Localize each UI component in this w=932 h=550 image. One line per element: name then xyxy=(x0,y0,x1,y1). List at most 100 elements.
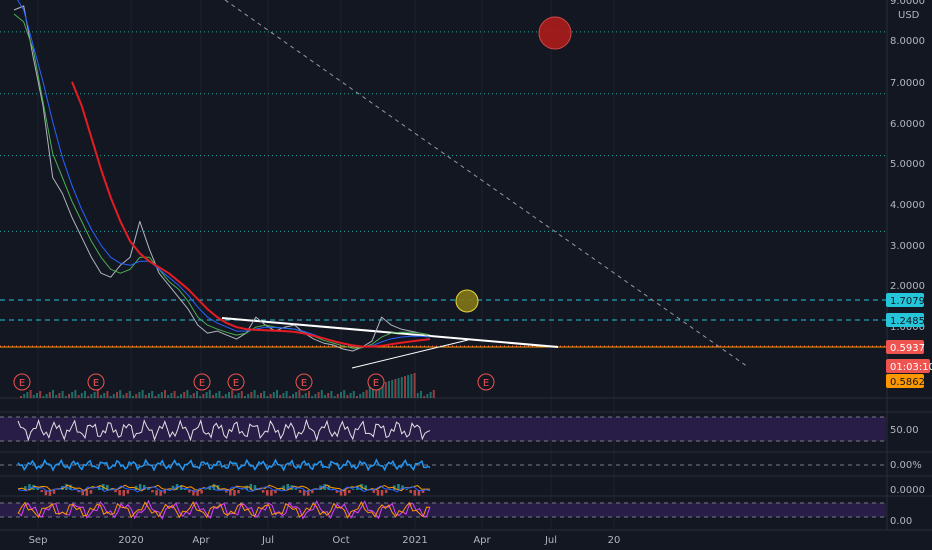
volume-bar xyxy=(119,390,122,398)
volume-bar xyxy=(288,396,291,398)
macd-histogram-bar xyxy=(233,490,236,496)
price-tag-label: 0.5937 xyxy=(890,343,925,354)
volume-bar xyxy=(164,390,166,398)
earnings-marker[interactable]: E xyxy=(87,373,105,391)
volume-bar xyxy=(132,396,134,398)
volume-bar xyxy=(327,393,330,398)
macd-histogram-bar xyxy=(298,490,302,493)
earnings-marker[interactable]: E xyxy=(227,373,245,391)
time-tick-label: Sep xyxy=(29,535,48,546)
indicator-axis-label: 0.0000 xyxy=(890,485,925,496)
volume-bar xyxy=(58,393,61,398)
volume-bar xyxy=(109,396,112,398)
volume-bar xyxy=(208,390,211,398)
macd-histogram-bar xyxy=(294,488,298,490)
volume-bar xyxy=(103,393,106,398)
macd-histogram-bar xyxy=(266,490,269,496)
volume-bar xyxy=(356,396,358,398)
volume-bar xyxy=(343,390,346,398)
earnings-marker[interactable]: E xyxy=(367,373,385,391)
volume-bar xyxy=(173,391,176,398)
price-tag: 0.5862 xyxy=(886,374,925,388)
price-tag-label: 01:03:10 xyxy=(890,362,932,373)
volume-bar xyxy=(215,393,218,398)
macd-histogram-bar xyxy=(405,488,408,490)
volume-bar xyxy=(138,392,141,398)
earnings-marker-label: E xyxy=(199,378,205,389)
volume-bar xyxy=(368,387,371,398)
macd-histogram-bar xyxy=(114,490,117,493)
volume-bar xyxy=(71,392,74,398)
volume-bar xyxy=(298,390,301,398)
volume-bar xyxy=(205,392,208,398)
price-tick-label: 7.0000 xyxy=(890,78,925,89)
volume-bar xyxy=(224,394,227,398)
volume-bar xyxy=(349,393,352,398)
volume-bar xyxy=(410,374,413,398)
volume-bar xyxy=(167,395,170,398)
volume-bar xyxy=(192,393,195,398)
volume-bar xyxy=(93,392,96,398)
macd-histogram-bar xyxy=(118,490,121,496)
volume-bar xyxy=(391,380,394,398)
price-tick-label: 6.0000 xyxy=(890,119,925,130)
earnings-marker-label: E xyxy=(301,378,307,389)
volume-bar xyxy=(320,390,323,398)
chart-root[interactable]: E E E E E E E 9.0000 8.0000 7.0000 6.0000 5.0000 4.… xyxy=(0,0,932,550)
earnings-marker-label: E xyxy=(93,378,99,389)
volume-bar xyxy=(346,395,349,398)
volume-bar xyxy=(317,392,320,398)
volume-bar xyxy=(218,391,221,398)
volume-bar xyxy=(397,378,400,398)
volume-bar xyxy=(26,392,29,398)
volume-bar xyxy=(228,392,230,398)
volume-bar xyxy=(407,375,410,398)
earnings-marker[interactable]: E xyxy=(295,373,313,391)
earnings-marker-label: E xyxy=(373,378,379,389)
volume-bar xyxy=(135,394,138,398)
volume-bar xyxy=(186,390,189,398)
macd-histogram-bar xyxy=(89,490,93,494)
volume-bar xyxy=(394,379,397,398)
volume-bar xyxy=(292,394,294,398)
volume-bar xyxy=(388,381,390,398)
volume-bar xyxy=(80,393,83,398)
volume-bar xyxy=(36,393,38,398)
price-chart[interactable]: E E E E E E E 9.0000 8.0000 7.0000 6.0000 5.0000 4.… xyxy=(0,0,932,550)
price-tick-label: 2.0000 xyxy=(890,281,925,292)
volume-bar xyxy=(244,396,246,398)
time-tick-label: 2021 xyxy=(402,535,427,546)
volume-bar xyxy=(112,394,115,398)
volume-bar xyxy=(253,390,256,398)
earnings-marker[interactable]: E xyxy=(13,373,31,391)
volume-bar xyxy=(340,392,342,398)
volume-bar xyxy=(429,392,432,398)
volume-bar xyxy=(141,390,144,398)
macd-histogram-bar xyxy=(409,490,412,494)
macd-histogram-bar xyxy=(40,490,43,493)
volume-bar xyxy=(237,393,240,398)
volume-bar xyxy=(52,390,54,398)
earnings-marker[interactable]: E xyxy=(477,373,495,391)
macd-histogram-bar xyxy=(413,490,417,496)
macd-histogram-bar xyxy=(155,490,158,496)
volume-bar xyxy=(96,390,99,398)
volume-bar xyxy=(234,395,237,398)
price-tag-label: 1.7079 xyxy=(890,296,925,307)
volume-bar xyxy=(256,395,259,398)
volume-bar xyxy=(413,373,416,398)
background xyxy=(0,0,932,550)
volume-bar xyxy=(304,393,307,398)
earnings-marker-label: E xyxy=(233,378,239,389)
price-tag-label: 1.2485 xyxy=(890,316,925,327)
volume-bar xyxy=(295,392,298,398)
target-circle-red xyxy=(538,16,572,50)
volume-bar xyxy=(202,394,205,398)
volume-bar xyxy=(180,394,182,398)
volume-bar xyxy=(311,396,314,398)
volume-bar xyxy=(420,391,422,398)
time-tick-label: Apr xyxy=(473,535,491,546)
earnings-marker[interactable]: E xyxy=(193,373,211,391)
volume-bar xyxy=(116,392,118,398)
volume-bar xyxy=(160,392,163,398)
